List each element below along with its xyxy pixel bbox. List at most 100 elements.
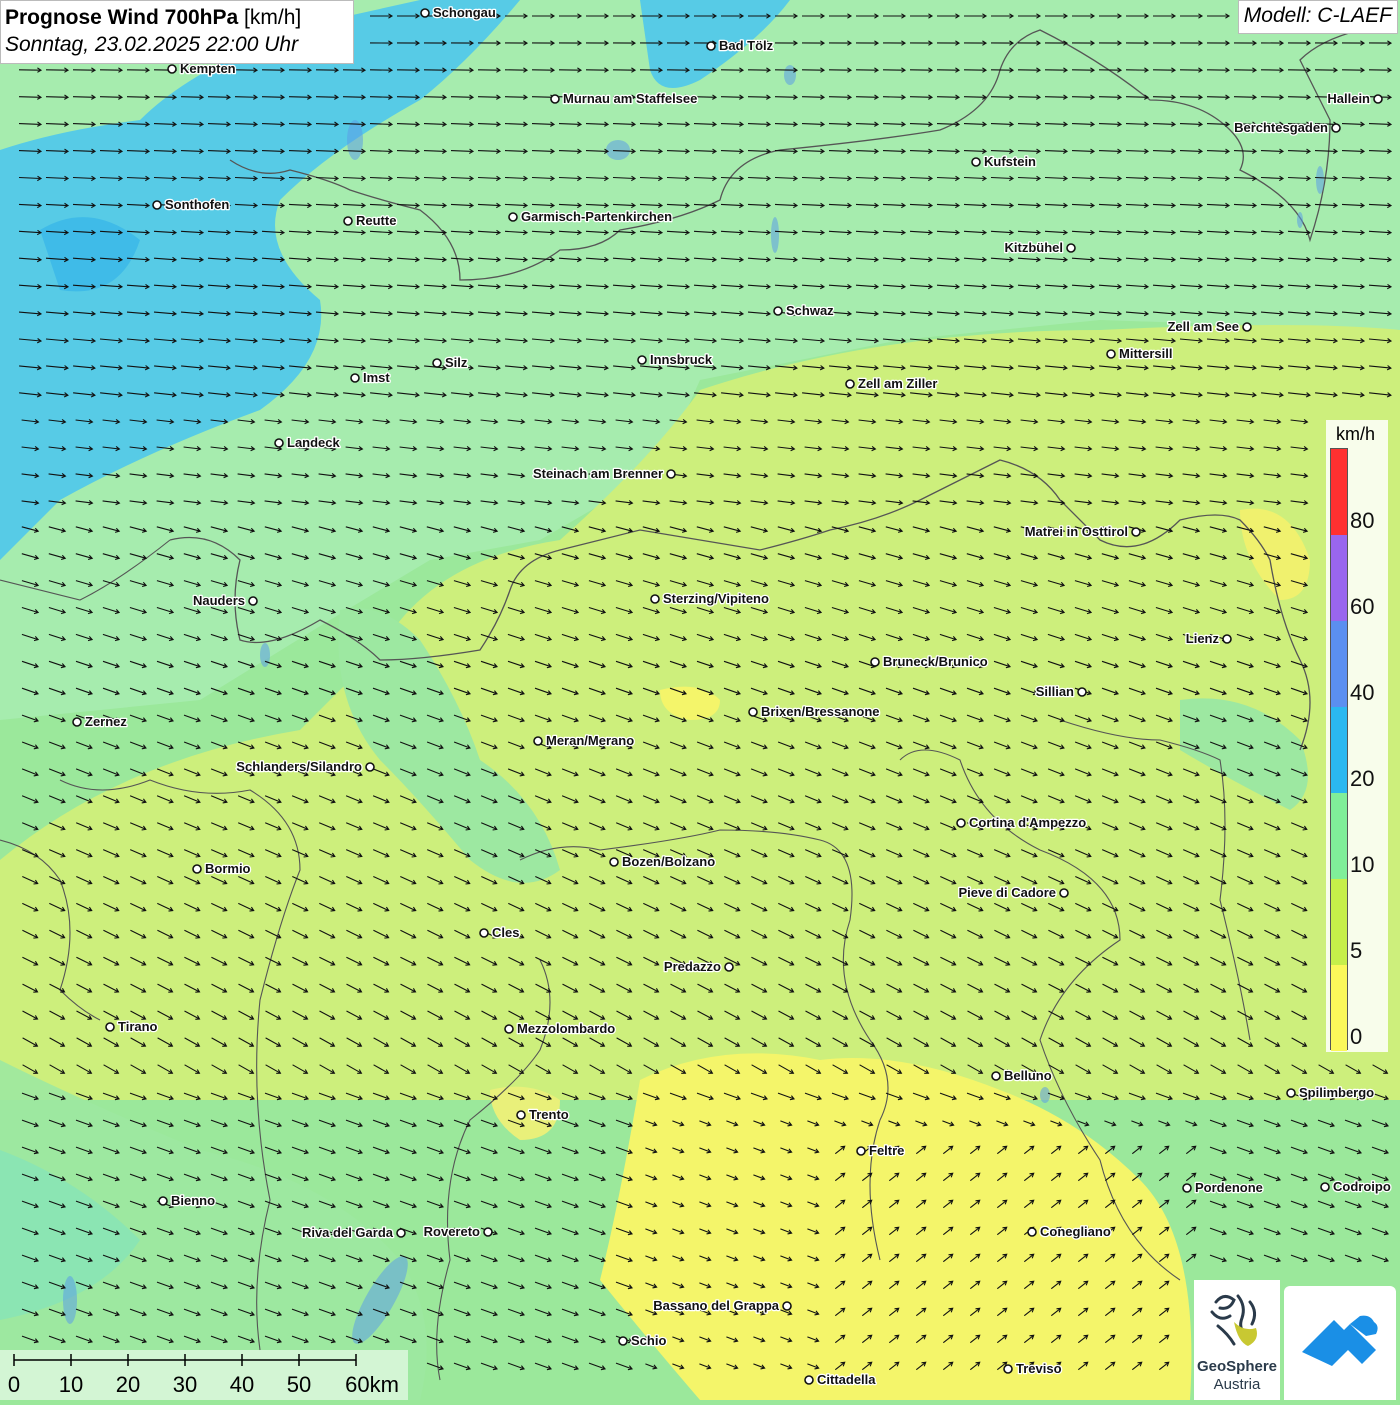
city-dot xyxy=(1182,1183,1192,1193)
legend-segment-yellow xyxy=(1331,965,1347,1051)
city-label: Sonthofen xyxy=(165,197,229,212)
city-label: Nauders xyxy=(193,593,245,608)
geosphere-icon xyxy=(1210,1294,1257,1346)
city-label: Schwaz xyxy=(786,303,834,318)
city-marker: Pordenone xyxy=(1182,1179,1264,1196)
city-dot xyxy=(1373,94,1383,104)
city-label: Cortina d'Ampezzo xyxy=(969,815,1086,830)
geosphere-logo-text: GeoSphere xyxy=(1196,1358,1278,1375)
city-label: Brixen/Bressanone xyxy=(761,704,880,719)
city-label: Berchtesgaden xyxy=(1234,120,1328,135)
city-label: Kufstein xyxy=(984,154,1036,169)
legend-label-40: 40 xyxy=(1350,680,1375,705)
city-label: Pieve di Cadore xyxy=(958,885,1056,900)
city-label: Tirano xyxy=(118,1019,158,1034)
city-dot xyxy=(533,736,543,746)
city-marker: Brixen/Bressanone xyxy=(748,703,881,720)
geosphere-logo: GeoSphere Austria xyxy=(1194,1280,1280,1400)
model-label: Modell: C-LAEF xyxy=(1237,0,1398,34)
mountain-logo-icon xyxy=(1302,1315,1378,1366)
city-dot xyxy=(350,373,360,383)
city-dot xyxy=(1131,527,1141,537)
scale-label-10: 10 xyxy=(58,1372,84,1397)
city-dot xyxy=(550,94,560,104)
city-dot xyxy=(1320,1182,1330,1192)
city-dot xyxy=(158,1196,168,1206)
city-dot xyxy=(420,8,430,18)
city-label: Mezzolombardo xyxy=(517,1021,615,1036)
city-label: Matrei in Osttirol xyxy=(1025,524,1128,539)
city-marker: Steinach am Brenner xyxy=(532,465,676,482)
city-dot xyxy=(516,1110,526,1120)
legend-label-60: 60 xyxy=(1350,594,1375,619)
city-marker: Sterzing/Vipiteno xyxy=(650,590,770,607)
city-marker: Bozen/Bolzano xyxy=(609,853,717,870)
city-label: Feltre xyxy=(869,1143,904,1158)
geosphere-logo-subtext: Austria xyxy=(1213,1376,1261,1393)
city-label: Conegliano xyxy=(1040,1224,1111,1239)
city-label: Treviso xyxy=(1016,1361,1062,1376)
city-label: Murnau am Staffelsee xyxy=(563,91,697,106)
city-dot xyxy=(773,306,783,316)
scale-label-60km: 60km xyxy=(345,1372,399,1397)
city-dot xyxy=(248,596,258,606)
city-dot xyxy=(432,358,442,368)
city-marker: Bruneck/Brunico xyxy=(870,653,989,670)
legend-label-20: 20 xyxy=(1350,766,1375,791)
city-label: Cittadella xyxy=(817,1372,876,1387)
map-title: Prognose Wind 700hPa [km/h] xyxy=(5,4,349,31)
city-label: Bienno xyxy=(171,1193,215,1208)
city-label: Meran/Merano xyxy=(546,733,634,748)
city-label: Hallein xyxy=(1327,91,1370,106)
city-label: Lienz xyxy=(1186,631,1220,646)
scale-label-40: 40 xyxy=(229,1372,255,1397)
city-label: Trento xyxy=(529,1107,569,1122)
city-dot xyxy=(666,469,676,479)
scale-label-50: 50 xyxy=(286,1372,312,1397)
legend-bar xyxy=(1330,448,1348,1051)
legend-unit: km/h xyxy=(1336,424,1376,444)
legend-label-10: 10 xyxy=(1350,852,1375,877)
city-dot xyxy=(192,864,202,874)
city-label: Kitzbühel xyxy=(1005,240,1064,255)
scale-label-30: 30 xyxy=(172,1372,198,1397)
city-label: Reutte xyxy=(356,213,396,228)
city-label: Innsbruck xyxy=(650,352,713,367)
scale-bar-ticks xyxy=(13,1354,357,1366)
city-label: Sillian xyxy=(1036,684,1074,699)
city-dot xyxy=(274,438,284,448)
city-dot xyxy=(991,1071,1001,1081)
legend-segment-red xyxy=(1331,449,1347,535)
city-label: Pordenone xyxy=(1195,1180,1263,1195)
city-label: Predazzo xyxy=(664,959,721,974)
city-dot xyxy=(748,707,758,717)
city-dot xyxy=(1003,1364,1013,1374)
city-marker: Cortina d'Ampezzo xyxy=(956,814,1088,831)
city-label: Sterzing/Vipiteno xyxy=(663,591,769,606)
city-label: Steinach am Brenner xyxy=(533,466,663,481)
city-dot xyxy=(870,657,880,667)
city-label: Zernez xyxy=(85,714,127,729)
city-dot xyxy=(1106,349,1116,359)
city-dot xyxy=(609,857,619,867)
city-label: Schlanders/Silandro xyxy=(236,759,362,774)
city-marker: Schongau xyxy=(420,4,497,21)
city-label: Bozen/Bolzano xyxy=(622,854,715,869)
map-title-unit: [km/h] xyxy=(238,6,302,29)
city-dot xyxy=(343,216,353,226)
city-dot xyxy=(1066,243,1076,253)
city-marker: Meran/Merano xyxy=(533,732,635,749)
city-dot xyxy=(167,64,177,74)
city-dot xyxy=(1027,1227,1037,1237)
legend-segment-green xyxy=(1331,793,1347,879)
city-dot xyxy=(845,379,855,389)
city-label: Mittersill xyxy=(1119,346,1172,361)
city-label: Riva del Garda xyxy=(302,1225,394,1240)
city-label: Bormio xyxy=(205,861,251,876)
city-dot xyxy=(724,962,734,972)
city-dot xyxy=(706,41,716,51)
city-label: Belluno xyxy=(1004,1068,1052,1083)
city-marker: Conegliano xyxy=(1027,1223,1112,1240)
map-title-main: Prognose Wind 700hPa xyxy=(5,6,239,29)
city-marker: Zell am Ziller xyxy=(845,375,939,392)
